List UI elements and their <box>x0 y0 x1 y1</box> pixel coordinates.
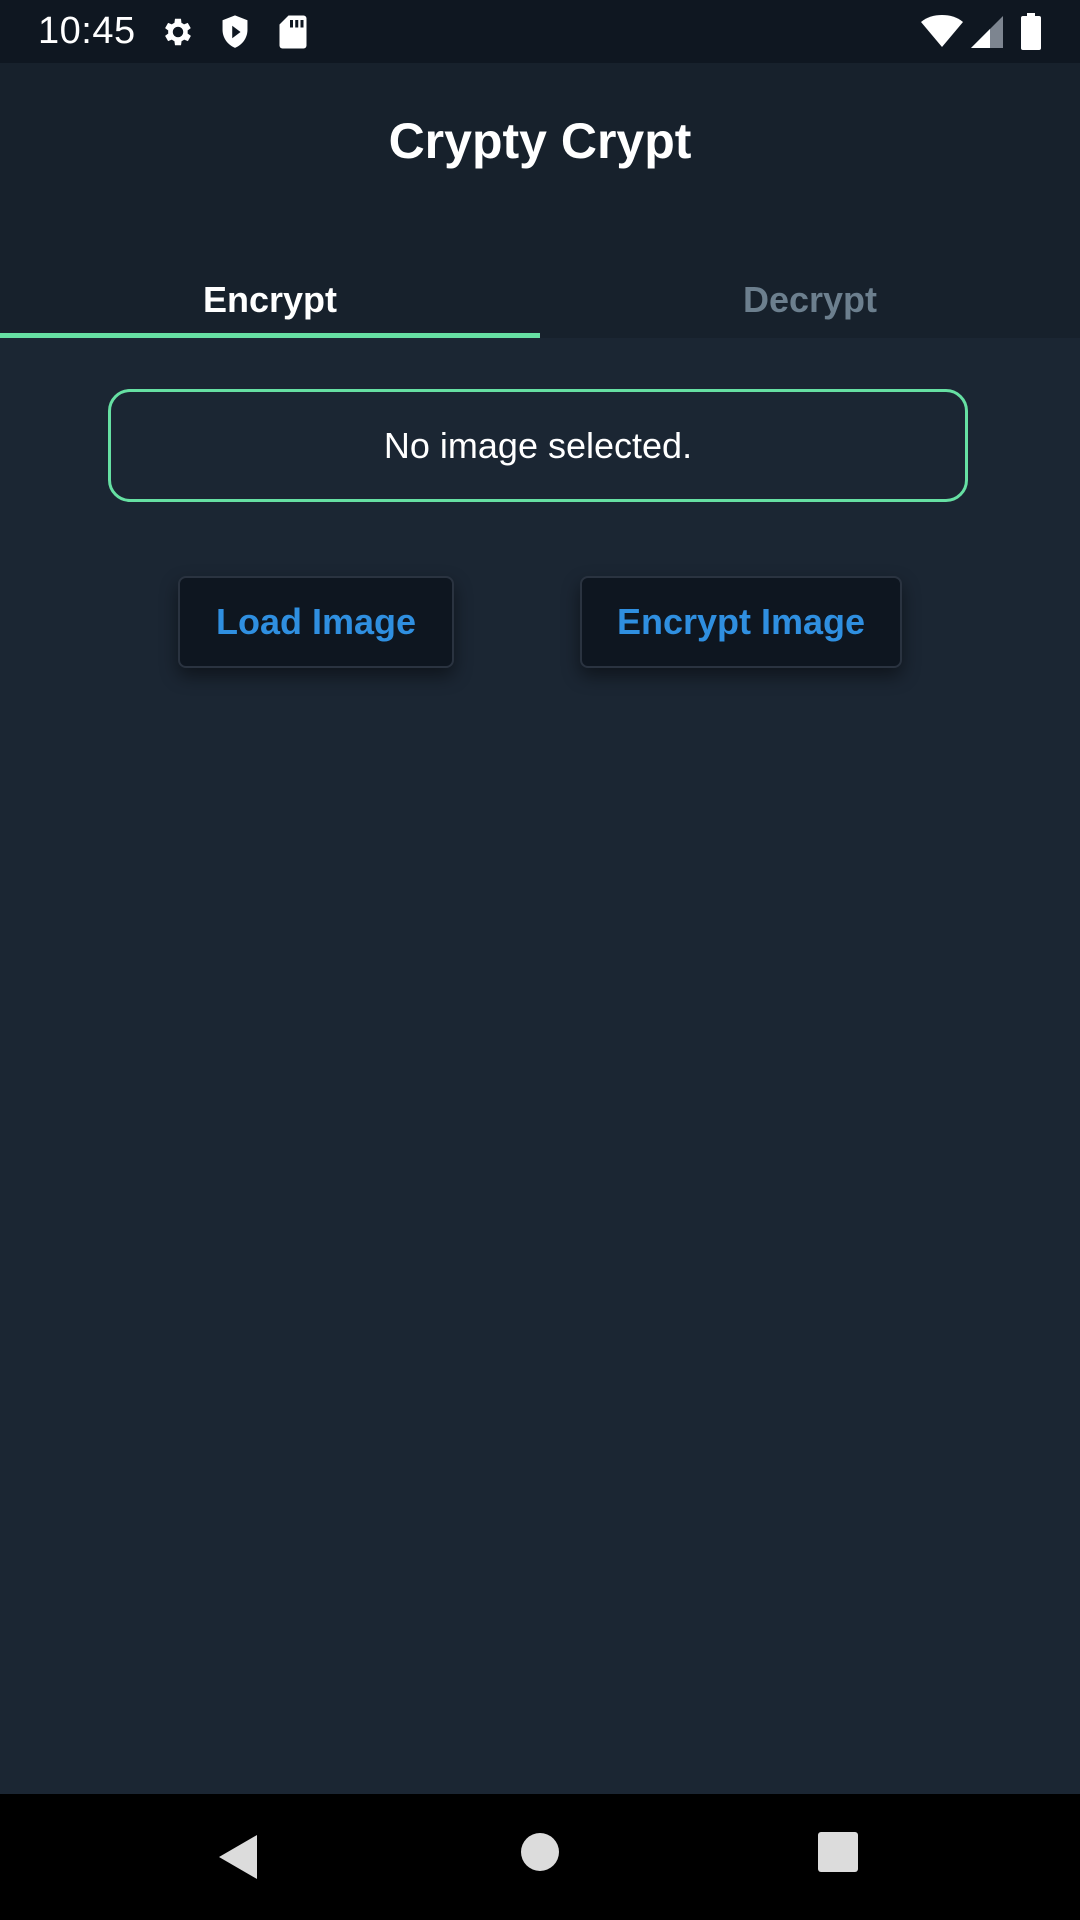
tab-decrypt[interactable]: Decrypt <box>540 273 1080 338</box>
sd-card-icon <box>278 14 308 50</box>
load-image-button-label: Load Image <box>215 601 417 642</box>
home-icon[interactable] <box>520 1832 560 1872</box>
battery-icon <box>1020 13 1042 51</box>
screen: 10:45 Crypty Crypt Encrypt Decrypt No im… <box>0 0 1080 1920</box>
encrypt-image-button[interactable]: Encrypt Image <box>580 576 902 668</box>
encrypt-image-button-label: Encrypt Image <box>616 601 866 642</box>
back-icon[interactable] <box>218 1834 258 1880</box>
image-status-text: No image selected. <box>383 425 693 466</box>
tab-selected-indicator <box>0 333 540 338</box>
gear-icon <box>160 14 196 50</box>
wifi-icon <box>920 14 964 48</box>
tab-decrypt-label: Decrypt <box>742 279 878 320</box>
status-bar: 10:45 <box>0 0 1080 63</box>
load-image-button[interactable]: Load Image <box>178 576 454 668</box>
navigation-bar <box>0 1794 1080 1920</box>
recents-icon[interactable] <box>818 1832 858 1872</box>
status-time: 10:45 <box>38 10 136 52</box>
shield-icon <box>218 14 252 50</box>
image-status-box: No image selected. <box>108 389 968 502</box>
signal-icon <box>970 15 1004 49</box>
app-title: Crypty Crypt <box>388 113 692 169</box>
tab-encrypt[interactable]: Encrypt <box>0 273 540 338</box>
app-bar: Crypty Crypt Encrypt Decrypt <box>0 63 1080 338</box>
tab-encrypt-label: Encrypt <box>202 279 338 320</box>
